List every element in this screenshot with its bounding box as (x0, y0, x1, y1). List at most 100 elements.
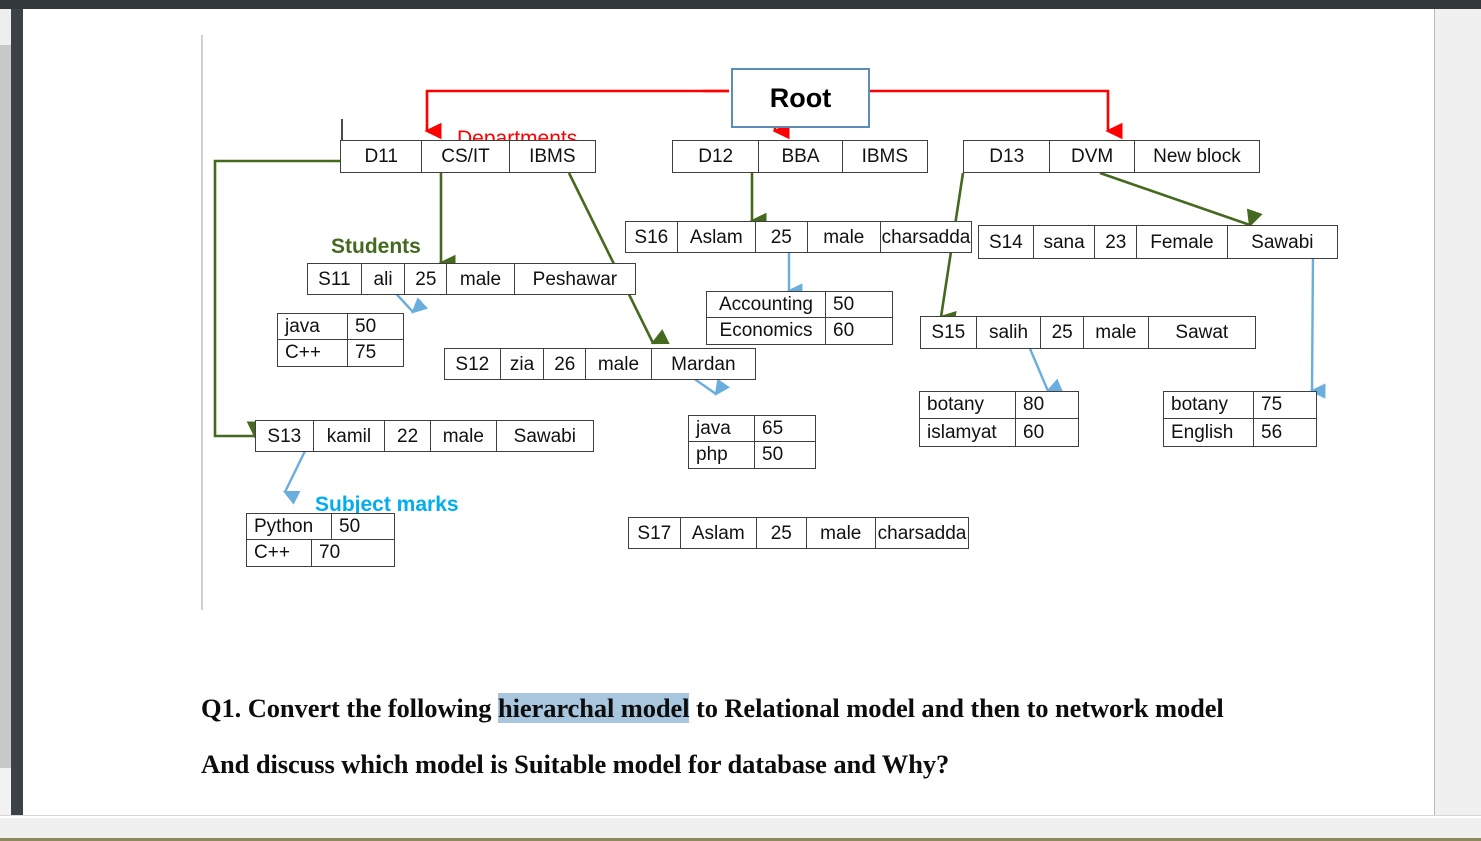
node-student-s16[interactable]: S16 Aslam 25 male charsadda (625, 221, 972, 253)
left-dark-band (11, 9, 23, 815)
marks-subject: C++ (247, 540, 312, 566)
hscroll-top-divider (0, 815, 1481, 816)
cell-student-name: kamil (314, 421, 386, 451)
marks-subject: php (689, 442, 755, 468)
marks-row: java 50 (278, 314, 403, 340)
cell-student-id: S11 (308, 264, 362, 294)
question-line-2: And discuss which model is Suitable mode… (201, 749, 950, 779)
marks-score: 50 (833, 293, 855, 315)
marks-table-s14[interactable]: botany 75 English 56 (1163, 391, 1317, 447)
marks-subject: islamyat (920, 419, 1016, 446)
label-students: Students (331, 235, 421, 258)
marks-score: 65 (762, 417, 784, 439)
marks-row: Accounting 50 (707, 292, 892, 318)
node-department-d11[interactable]: D11 CS/IT IBMS (340, 140, 596, 173)
application-window: Root Departments Students Subject marks … (0, 0, 1481, 841)
cell-student-name: zia (501, 349, 545, 379)
cell-student-gender: male (808, 222, 881, 252)
marks-score: 75 (355, 342, 377, 363)
cell-student-city: Sawat (1175, 322, 1229, 343)
cell-student-city: Sawabi (513, 425, 576, 447)
left-gutter (0, 9, 11, 815)
cell-student-age: 26 (544, 349, 587, 379)
document-canvas: Root Departments Students Subject marks … (23, 9, 1434, 815)
marks-row: English 56 (1164, 419, 1316, 446)
cell-student-city: Sawabi (1251, 231, 1314, 253)
node-student-s13[interactable]: S13 kamil 22 male Sawabi (255, 420, 594, 452)
cell-dept-block: IBMS (529, 146, 576, 167)
cell-student-city: charsadda (881, 226, 971, 248)
cell-dept-name: CS/IT (422, 141, 510, 172)
cell-student-age: 22 (385, 421, 431, 451)
node-student-s11[interactable]: S11 ali 25 male Peshawar (307, 263, 636, 295)
vertical-scrollbar[interactable] (1435, 9, 1481, 815)
cell-student-city: charsadda (877, 522, 967, 544)
cell-student-age: 25 (757, 518, 807, 548)
cell-dept-id: D11 (341, 141, 423, 172)
marks-subject: Economics (707, 318, 826, 344)
cell-student-name: Aslam (681, 518, 757, 548)
cell-dept-block: IBMS (861, 146, 909, 167)
question-line-1: Q1. Convert the following hierarchal mod… (201, 693, 1224, 724)
marks-score: 60 (1023, 421, 1045, 443)
marks-row: php 50 (689, 442, 815, 468)
node-department-d12[interactable]: D12 BBA IBMS (672, 140, 928, 173)
marks-score: 50 (355, 315, 377, 337)
node-student-s14[interactable]: S14 sana 23 Female Sawabi (978, 225, 1338, 259)
marks-score: 50 (339, 515, 361, 537)
cell-student-gender: Female (1137, 226, 1228, 258)
cell-student-id: S12 (445, 349, 501, 379)
marks-row: Python 50 (247, 514, 394, 540)
cell-student-id: S17 (629, 518, 681, 548)
marks-subject: English (1164, 419, 1254, 446)
question-line-1-prefix: Q1. Convert the following (201, 693, 498, 723)
node-student-s17[interactable]: S17 Aslam 25 male charsadda (628, 517, 969, 549)
marks-row: C++ 75 (278, 340, 403, 366)
title-bar (0, 0, 1481, 9)
marks-subject: botany (920, 392, 1016, 418)
node-student-s12[interactable]: S12 zia 26 male Mardan (444, 348, 756, 380)
cell-student-name: Aslam (678, 222, 756, 252)
marks-score: 56 (1261, 421, 1283, 443)
cell-student-id: S16 (626, 222, 678, 252)
cell-student-age: 25 (405, 264, 448, 294)
question-line-1-suffix: to Relational model and then to network … (689, 693, 1224, 723)
marks-row: islamyat 60 (920, 419, 1078, 446)
marks-row: botany 80 (920, 392, 1078, 419)
question-highlight: hierarchal model (497, 693, 690, 723)
cell-dept-block: New block (1153, 146, 1241, 167)
marks-table-s12[interactable]: java 65 php 50 (688, 415, 816, 469)
page-margin-guide (201, 35, 203, 610)
cell-student-age: 25 (1041, 317, 1085, 348)
marks-row: botany 75 (1164, 392, 1316, 419)
marks-table-s16[interactable]: Accounting 50 Economics 60 (706, 291, 893, 345)
cell-dept-name: BBA (759, 141, 843, 172)
cell-dept-id: D13 (964, 141, 1051, 172)
cell-student-id: S15 (921, 317, 977, 348)
cell-student-gender: male (431, 421, 497, 451)
marks-score: 60 (833, 320, 855, 341)
marks-row: C++ 70 (247, 540, 394, 566)
marks-table-s15[interactable]: botany 80 islamyat 60 (919, 391, 1079, 447)
marks-score: 70 (319, 542, 341, 563)
cell-student-name: ali (362, 264, 406, 294)
node-department-d13[interactable]: D13 DVM New block (963, 140, 1260, 173)
marks-score: 75 (1261, 394, 1283, 415)
cell-student-name: sana (1034, 226, 1096, 258)
cell-student-gender: male (1084, 317, 1149, 348)
node-root[interactable]: Root (731, 68, 870, 128)
marks-subject: java (689, 416, 755, 441)
node-root-label: Root (769, 82, 832, 113)
cell-student-gender: male (807, 518, 876, 548)
cell-student-city: Mardan (671, 353, 736, 375)
marks-row: Economics 60 (707, 318, 892, 344)
left-gutter-top (0, 9, 11, 45)
cell-student-gender: male (447, 264, 515, 294)
node-student-s15[interactable]: S15 salih 25 male Sawat (920, 316, 1256, 349)
marks-table-s11[interactable]: java 50 C++ 75 (277, 313, 404, 367)
left-gutter-bottom (0, 768, 11, 815)
marks-score: 80 (1023, 394, 1045, 415)
cell-student-age: 23 (1095, 226, 1138, 258)
marks-table-s13[interactable]: Python 50 C++ 70 (246, 513, 395, 567)
cell-dept-id: D12 (673, 141, 760, 172)
